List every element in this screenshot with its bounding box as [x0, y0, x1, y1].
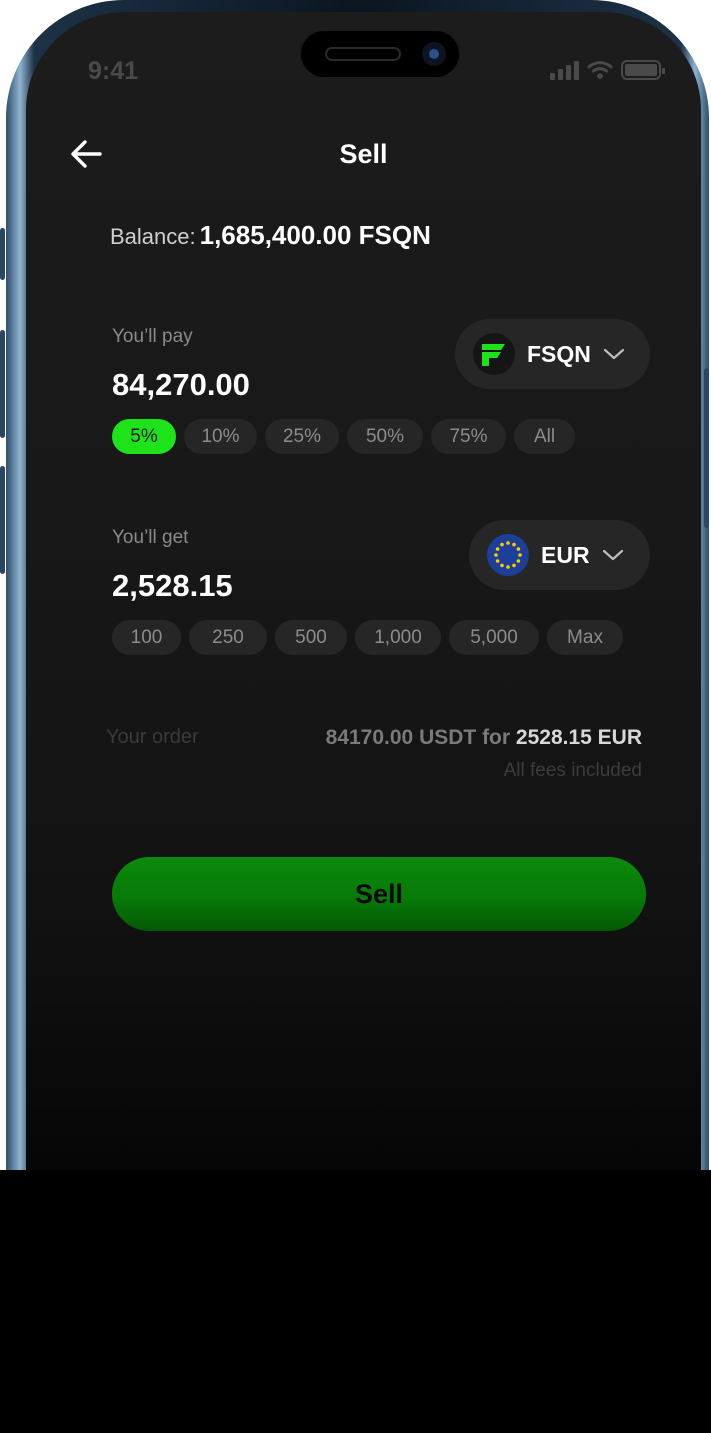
battery-icon	[621, 60, 665, 80]
order-summary: 84170.00 USDT for 2528.15 EUR	[326, 726, 642, 750]
chip-25-percent[interactable]: 25%	[265, 419, 339, 454]
balance-row: Balance: 1,685,400.00 FSQN	[110, 220, 431, 251]
get-amount-input[interactable]: 2,528.15	[112, 568, 233, 604]
cellular-signal-icon	[550, 60, 579, 80]
balance-label: Balance:	[110, 224, 196, 249]
camera-icon	[422, 42, 446, 66]
wifi-icon	[587, 61, 613, 79]
status-time: 9:41	[88, 57, 139, 85]
pay-amount-input[interactable]: 84,270.00	[112, 367, 250, 403]
pay-currency-code: FSQN	[527, 340, 591, 367]
status-icons	[550, 60, 665, 80]
fees-note: All fees included	[503, 760, 642, 781]
chevron-down-icon	[602, 549, 623, 561]
chip-100[interactable]: 100	[112, 620, 181, 655]
chip-max[interactable]: Max	[547, 620, 623, 655]
volume-down-button	[0, 466, 5, 574]
get-currency-selector[interactable]: EUR	[469, 520, 650, 590]
chip-250[interactable]: 250	[189, 620, 267, 655]
action-button	[0, 228, 5, 280]
page-title: Sell	[339, 139, 388, 169]
get-currency-code: EUR	[541, 541, 590, 568]
chip-1000[interactable]: 1,000	[355, 620, 441, 655]
get-label: You’ll get	[112, 527, 189, 548]
bottom-fade	[0, 1170, 711, 1433]
chip-75-percent[interactable]: 75%	[431, 419, 506, 454]
speaker-slot	[325, 47, 401, 61]
chip-5-percent[interactable]: 5%	[112, 419, 176, 454]
fsqn-logo-icon	[473, 333, 515, 375]
chip-5000[interactable]: 5,000	[449, 620, 539, 655]
order-label: Your order	[106, 726, 199, 748]
chip-500[interactable]: 500	[275, 620, 347, 655]
chevron-down-icon	[603, 348, 624, 360]
order-pay-part: 84170.00 USDT for	[325, 726, 511, 749]
chip-50-percent[interactable]: 50%	[347, 419, 423, 454]
amount-chips: 100 250 500 1,000 5,000 Max	[112, 620, 623, 655]
sell-button[interactable]: Sell	[112, 857, 646, 931]
eu-flag-icon	[487, 534, 529, 576]
volume-up-button	[0, 330, 5, 438]
balance-value: 1,685,400.00 FSQN	[199, 220, 431, 250]
dynamic-island	[300, 30, 460, 78]
power-button	[704, 368, 709, 528]
pay-label: You’ll pay	[112, 326, 193, 347]
pay-currency-selector[interactable]: FSQN	[455, 319, 650, 389]
chip-10-percent[interactable]: 10%	[184, 419, 257, 454]
chip-all[interactable]: All	[514, 419, 575, 454]
percent-chips: 5% 10% 25% 50% 75% All	[112, 419, 575, 454]
order-get-part: 2528.15 EUR	[515, 726, 642, 749]
